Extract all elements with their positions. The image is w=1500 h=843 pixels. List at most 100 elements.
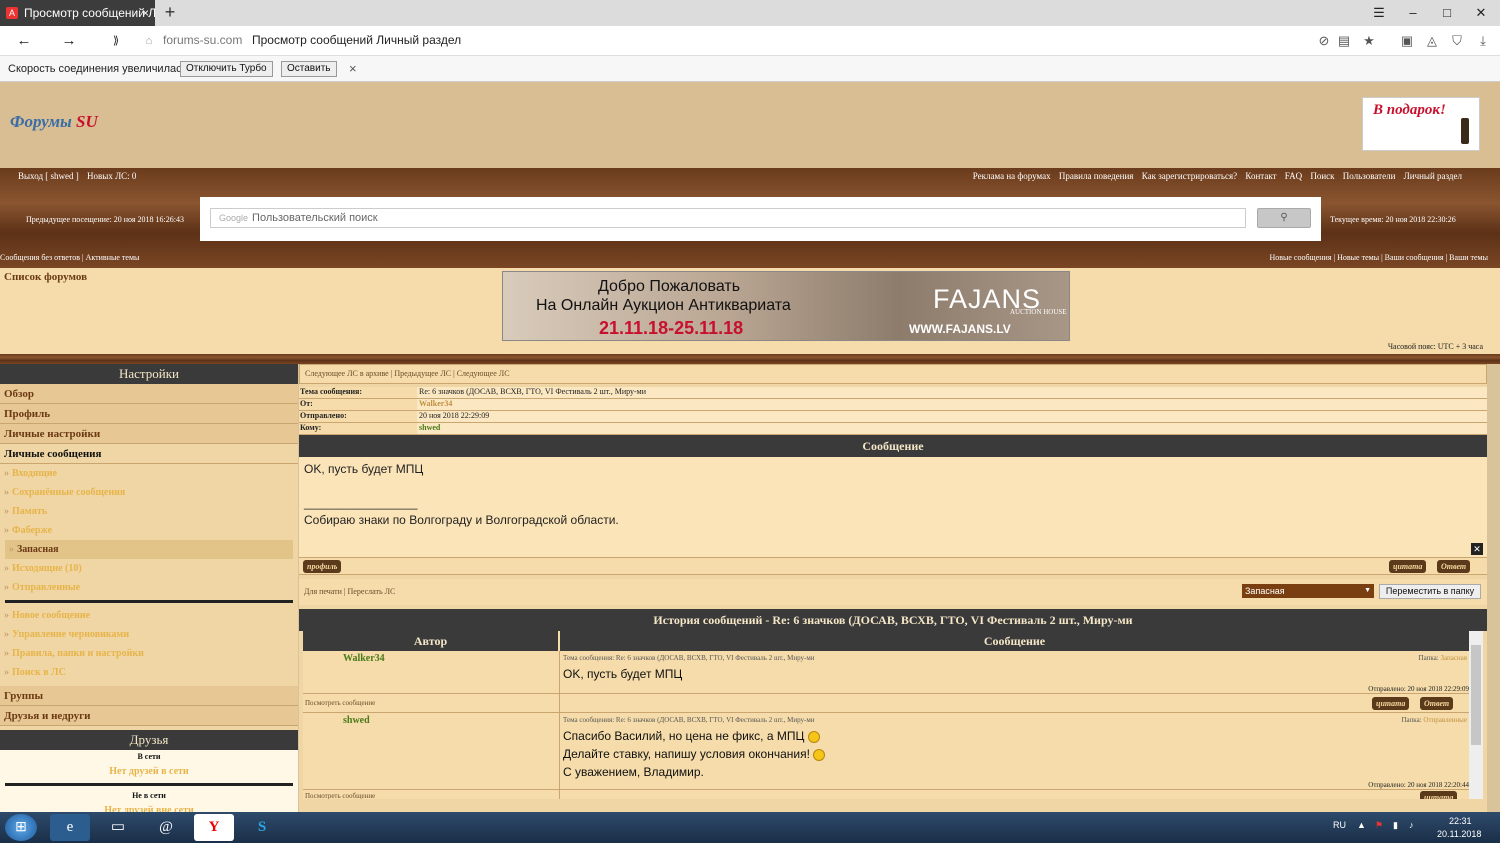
- scroll-thumb[interactable]: [1471, 645, 1481, 745]
- history-reply-button-1[interactable]: Ответ: [1420, 697, 1454, 710]
- quote-button[interactable]: цитата: [1389, 560, 1427, 573]
- folder-select[interactable]: Запасная: [1242, 584, 1374, 598]
- logout-link[interactable]: Выход [ shwed ]: [18, 171, 79, 181]
- sidebar-item-faberge[interactable]: Фаберже: [0, 521, 298, 540]
- auction-ad[interactable]: Добро Пожаловать На Онлайн Аукцион Антик…: [502, 271, 1070, 341]
- history-text-2: Спасибо Василий, но цена не фикс, а МПЦ …: [563, 727, 826, 781]
- forward-arrow-icon[interactable]: →: [58, 30, 80, 52]
- language-indicator[interactable]: RU: [1333, 820, 1346, 830]
- sub-links-left[interactable]: Сообщения без ответов | Активные темы: [0, 253, 139, 262]
- back-arrow-icon[interactable]: ←: [13, 30, 35, 52]
- turbo-close-icon[interactable]: ×: [349, 61, 357, 76]
- ad-site: WWW.FAJANS.LV: [909, 322, 1011, 336]
- online-label: В сети: [137, 752, 161, 761]
- history-folder-1: Папка: Запасная: [1419, 654, 1467, 662]
- sidebar-item-drafts[interactable]: Управление черновиками: [0, 625, 298, 644]
- clock-date[interactable]: 20.11.2018: [1437, 829, 1481, 839]
- sidebar-item-friends-foes[interactable]: Друзья и недруги: [0, 706, 298, 726]
- site-logo[interactable]: Форумы SU: [10, 112, 98, 132]
- sidebar-item-rules-folders[interactable]: Правила, папки и настройки: [0, 644, 298, 663]
- history-quote-button-1[interactable]: цитата: [1372, 697, 1410, 710]
- sidebar-item-outbox[interactable]: Исходящие (10): [0, 559, 298, 578]
- sidebar-item-overview[interactable]: Обзор: [0, 384, 298, 404]
- skype-icon[interactable]: S: [242, 814, 282, 841]
- explorer-folder-icon[interactable]: ▭: [98, 814, 138, 841]
- sidebar-item-personal-settings[interactable]: Личные настройки: [0, 424, 298, 444]
- ads-link[interactable]: Реклама на форумах: [973, 171, 1051, 181]
- users-link[interactable]: Пользователи: [1343, 171, 1396, 181]
- history-scrollbar[interactable]: [1469, 631, 1483, 799]
- sidebar-item-private-messages[interactable]: Личные сообщения: [0, 444, 298, 464]
- profile-button[interactable]: профиль: [303, 560, 342, 573]
- signal-icon[interactable]: ▮: [1393, 820, 1398, 831]
- sync-icon[interactable]: ◬: [1423, 32, 1441, 50]
- sidebar-item-groups[interactable]: Группы: [0, 686, 298, 706]
- sent-value: 20 ноя 2018 22:29:09: [417, 411, 1487, 422]
- turbo-keep-button[interactable]: Оставить: [281, 61, 337, 77]
- network-warning-icon[interactable]: ⚑: [1375, 820, 1383, 831]
- search-button[interactable]: ⚲: [1257, 208, 1311, 228]
- extension-icon[interactable]: ▣: [1398, 32, 1416, 50]
- history-folder-link-1[interactable]: Запасная: [1440, 654, 1467, 662]
- subject-row: Тема сообщения: Re: 6 значков (ДОСАВ, ВСХ…: [299, 387, 1487, 399]
- turbo-icon[interactable]: ⟫: [105, 30, 127, 52]
- view-message-link-2[interactable]: Посмотреть сообщение: [305, 792, 375, 799]
- volume-icon[interactable]: ♪: [1409, 820, 1414, 830]
- sidebar-item-sent[interactable]: Отправленные: [0, 578, 298, 597]
- url-host[interactable]: forums-su.com: [163, 33, 242, 47]
- start-button-icon[interactable]: ⊞: [5, 814, 37, 841]
- close-window-icon[interactable]: ✕: [1464, 0, 1498, 26]
- new-tab-button[interactable]: +: [160, 0, 180, 26]
- pm-navigation[interactable]: Следующее ЛС в архиве | Предыдущее ЛС | …: [299, 364, 1487, 384]
- gift-banner[interactable]: В подарок!: [1362, 97, 1480, 151]
- rules-link[interactable]: Правила поведения: [1059, 171, 1134, 181]
- history-author-2[interactable]: shwed: [343, 715, 370, 726]
- divider: [0, 354, 1500, 364]
- sidebar-item-inbox[interactable]: Входящие: [0, 464, 298, 483]
- sidebar-divider: [5, 600, 293, 603]
- new-pm-link[interactable]: Новых ЛС: 0: [87, 171, 136, 181]
- menu-icon[interactable]: ☰: [1362, 0, 1396, 26]
- history-author-1[interactable]: Walker34: [343, 653, 385, 664]
- sidebar-item-spare[interactable]: Запасная: [5, 540, 293, 559]
- shield-icon[interactable]: ⛉: [1448, 32, 1466, 50]
- contact-link[interactable]: Контакт: [1245, 171, 1276, 181]
- move-to-folder-button[interactable]: Переместить в папку: [1379, 584, 1481, 599]
- reader-icon[interactable]: ▤: [1335, 32, 1353, 50]
- view-message-link-1[interactable]: Посмотреть сообщение: [305, 699, 375, 707]
- sidebar-item-pm-search[interactable]: Поиск в ЛС: [0, 663, 298, 682]
- minimize-icon[interactable]: –: [1396, 0, 1430, 26]
- ie-icon[interactable]: e: [50, 814, 90, 841]
- from-user-link[interactable]: Walker34: [417, 399, 1487, 410]
- mail-at-icon[interactable]: @: [146, 814, 186, 841]
- url-page-title[interactable]: Просмотр сообщений Личный раздел: [252, 33, 461, 47]
- sidebar-item-memory[interactable]: Память: [0, 502, 298, 521]
- turbo-off-button[interactable]: Отключить Турбо: [180, 61, 273, 77]
- history-folder-link-2[interactable]: Отправленные: [1423, 716, 1467, 724]
- reply-button[interactable]: Ответ: [1437, 560, 1471, 573]
- maximize-icon[interactable]: □: [1430, 0, 1464, 26]
- sidebar-item-saved[interactable]: Сохранённые сообщения: [0, 483, 298, 502]
- no-ads-icon[interactable]: ⊘: [1315, 32, 1333, 50]
- delete-icon[interactable]: ✕: [1471, 543, 1483, 555]
- download-icon[interactable]: ⤓: [1474, 32, 1492, 50]
- ad-dates: 21.11.18-25.11.18: [599, 318, 744, 338]
- personal-section-link[interactable]: Личный раздел: [1404, 171, 1462, 181]
- sidebar-item-new-message[interactable]: Новое сообщение: [0, 606, 298, 625]
- sidebar-item-profile[interactable]: Профиль: [0, 404, 298, 424]
- search-input[interactable]: Google Пользовательский поиск: [210, 208, 1246, 228]
- clock-time[interactable]: 22:31: [1449, 816, 1472, 826]
- sub-links-right[interactable]: Новые сообщения | Новые темы | Ваши сооб…: [1269, 253, 1488, 262]
- faq-link[interactable]: FAQ: [1285, 171, 1302, 181]
- yandex-browser-icon[interactable]: Y: [194, 814, 234, 841]
- tab-close-button[interactable]: ×: [142, 0, 149, 26]
- history-quote-button-2[interactable]: цитата: [1420, 791, 1458, 799]
- browser-tab[interactable]: A Просмотр сообщений Л ×: [0, 0, 155, 26]
- print-forward-links[interactable]: Для печати | Переслать ЛС: [304, 587, 395, 596]
- search-link[interactable]: Поиск: [1310, 171, 1334, 181]
- bookmark-star-icon[interactable]: ★: [1360, 32, 1378, 50]
- register-link[interactable]: Как зарегистрироваться?: [1142, 171, 1237, 181]
- to-user-link[interactable]: shwed: [417, 423, 1487, 434]
- show-hidden-icons-icon[interactable]: ▲: [1357, 820, 1366, 830]
- forum-list-link[interactable]: Список форумов: [4, 271, 87, 283]
